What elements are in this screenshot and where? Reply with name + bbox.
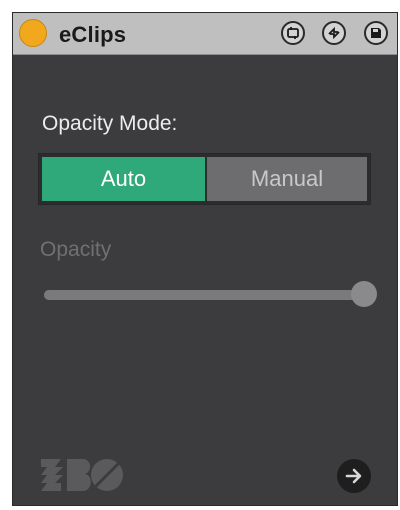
loop-button[interactable] [281, 21, 305, 45]
arrow-right-icon [345, 468, 362, 484]
opacity-slider-fill [44, 290, 364, 300]
opacity-label: Opacity [40, 238, 112, 261]
ebo-logo-icon [41, 459, 123, 491]
titlebar: eClips [13, 13, 397, 55]
opacity-mode-auto-button[interactable]: Auto [42, 157, 205, 201]
loop-icon [287, 27, 299, 39]
swap-arrows-icon [328, 26, 340, 40]
opacity-slider-thumb[interactable] [351, 281, 377, 307]
device-on-toggle[interactable] [19, 19, 47, 47]
device-title: eClips [59, 22, 127, 47]
opacity-mode-label: Opacity Mode: [42, 112, 178, 135]
device-window: eClips Opacity Mode: Auto Manual Opacity [12, 12, 398, 506]
opacity-mode-manual-button[interactable]: Manual [207, 157, 367, 201]
save-icon [371, 28, 381, 38]
swap-button[interactable] [322, 21, 346, 45]
opacity-slider-track[interactable] [44, 290, 364, 300]
save-button[interactable] [364, 21, 388, 45]
opacity-mode-selector: Auto Manual [38, 153, 371, 205]
next-button[interactable] [337, 459, 371, 493]
